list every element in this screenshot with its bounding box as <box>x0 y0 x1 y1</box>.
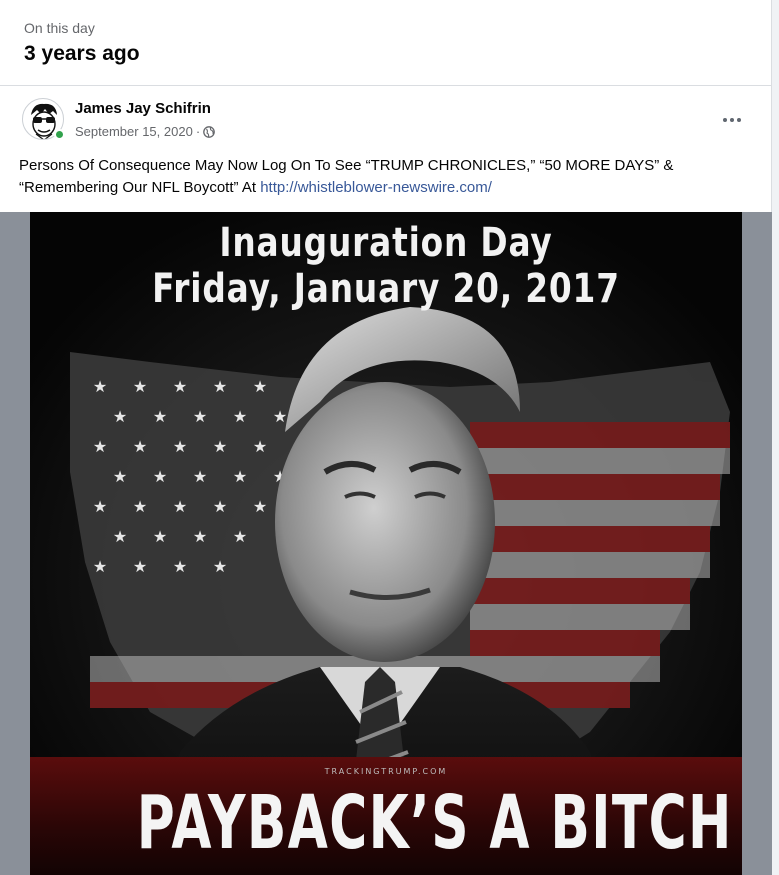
svg-text:★: ★ <box>133 437 147 456</box>
more-options-icon <box>723 118 727 122</box>
memories-label: On this day <box>24 20 95 36</box>
svg-text:★: ★ <box>193 407 207 426</box>
svg-text:★: ★ <box>253 377 267 396</box>
post-meta: September 15, 2020 · <box>75 124 216 139</box>
svg-text:★: ★ <box>213 377 227 396</box>
post-link[interactable]: http://whistleblower-newswire.com/ <box>260 179 492 196</box>
svg-text:★: ★ <box>133 497 147 516</box>
svg-text:★: ★ <box>173 377 187 396</box>
post-image-container[interactable]: ★ ★ ★ ★ ★ ★ ★ ★ ★ ★ ★ ★ ★ ★ ★ ★ ★ ★ ★ ★ ★ ★ ★ ★ ★ ★ ★ ★ ★ ★ ★ ★ ★ <box>0 212 772 875</box>
svg-text:★: ★ <box>93 557 107 576</box>
svg-text:★: ★ <box>193 527 207 546</box>
svg-text:★: ★ <box>213 557 227 576</box>
post-image[interactable]: ★ ★ ★ ★ ★ ★ ★ ★ ★ ★ ★ ★ ★ ★ ★ ★ ★ ★ ★ ★ ★ ★ ★ ★ ★ ★ ★ ★ ★ ★ ★ ★ ★ <box>30 212 742 875</box>
svg-text:★: ★ <box>213 497 227 516</box>
svg-text:★: ★ <box>113 527 127 546</box>
post-card: On this day 3 years ago James Jay Schifr… <box>0 0 772 875</box>
svg-text:★: ★ <box>153 527 167 546</box>
svg-text:★: ★ <box>253 437 267 456</box>
more-options-button[interactable] <box>716 108 748 132</box>
post-text: Persons Of Consequence May Now Log On To… <box>19 155 759 199</box>
svg-text:★: ★ <box>153 407 167 426</box>
post-text-line-2: “Remembering Our NFL Boycott” At http://… <box>19 177 759 199</box>
svg-text:★: ★ <box>133 377 147 396</box>
svg-text:★: ★ <box>233 467 247 486</box>
image-caption: PAYBACK’S A BITCH <box>136 780 733 866</box>
svg-text:★: ★ <box>173 437 187 456</box>
memories-header: On this day 3 years ago <box>0 0 772 86</box>
online-status-indicator <box>54 129 65 140</box>
svg-text:★: ★ <box>93 497 107 516</box>
svg-text:★: ★ <box>253 497 267 516</box>
svg-text:★: ★ <box>113 407 127 426</box>
svg-text:★: ★ <box>93 437 107 456</box>
more-options-icon-dot <box>730 118 734 122</box>
more-options-icon-dot <box>737 118 741 122</box>
svg-text:★: ★ <box>93 377 107 396</box>
svg-text:★: ★ <box>193 467 207 486</box>
globe-icon[interactable] <box>203 125 216 138</box>
image-heading-line-2: Friday, January 20, 2017 <box>152 266 620 312</box>
image-heading-line-1: Inauguration Day <box>219 220 553 266</box>
svg-text:★: ★ <box>113 467 127 486</box>
author-name[interactable]: James Jay Schifrin <box>75 100 211 117</box>
svg-text:★: ★ <box>173 497 187 516</box>
post-date[interactable]: September 15, 2020 <box>75 124 193 139</box>
meta-separator: · <box>195 124 201 139</box>
svg-text:★: ★ <box>173 557 187 576</box>
image-credit: TRACKINGTRUMP.COM <box>324 767 448 776</box>
svg-text:★: ★ <box>153 467 167 486</box>
svg-text:★: ★ <box>133 557 147 576</box>
post-text-line-1: Persons Of Consequence May Now Log On To… <box>19 157 674 174</box>
svg-text:★: ★ <box>273 407 287 426</box>
svg-text:★: ★ <box>233 407 247 426</box>
post-text-line-2-body: “Remembering Our NFL Boycott” At <box>19 179 261 196</box>
memories-title: 3 years ago <box>24 42 140 65</box>
avatar[interactable] <box>22 98 65 140</box>
svg-text:★: ★ <box>233 527 247 546</box>
svg-text:★: ★ <box>213 437 227 456</box>
